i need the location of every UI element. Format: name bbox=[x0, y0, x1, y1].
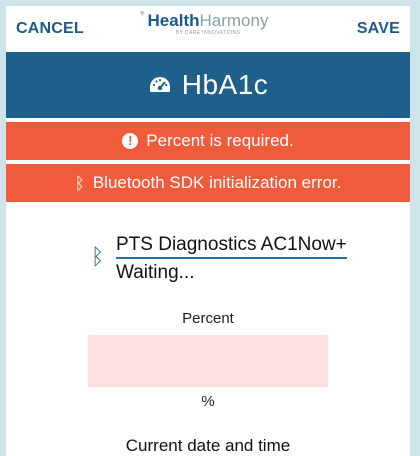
alert-bluetooth-error: ᛒ Bluetooth SDK initialization error. bbox=[6, 164, 410, 202]
brand-logo: ♥ HealthHarmony BY CARE INNOVATIONS bbox=[140, 9, 269, 36]
brand-secondary: Harmony bbox=[199, 11, 269, 30]
alert-text: Bluetooth SDK initialization error. bbox=[92, 173, 342, 192]
percent-input[interactable] bbox=[88, 335, 328, 387]
device-panel: ᛒ PTS Diagnostics AC1Now+ Waiting... bbox=[6, 230, 410, 290]
exclamation-icon: ! bbox=[122, 133, 139, 149]
save-button[interactable]: SAVE bbox=[357, 20, 400, 38]
cancel-button[interactable]: CANCEL bbox=[16, 20, 84, 38]
alert-percent-required: ! Percent is required. bbox=[6, 122, 410, 160]
top-bar: CANCEL ♥ HealthHarmony BY CARE INNOVATIO… bbox=[6, 6, 410, 52]
percent-label: Percent bbox=[182, 310, 234, 327]
percent-unit: % bbox=[201, 393, 215, 410]
bluetooth-icon: ᛒ bbox=[91, 244, 105, 269]
alert-text: Percent is required. bbox=[146, 131, 294, 150]
logo-mark-icon: ♥ bbox=[139, 8, 145, 18]
datetime-section-label: Current date and time bbox=[125, 436, 291, 455]
brand-tagline: BY CARE INNOVATIONS bbox=[175, 30, 241, 36]
device-status: Waiting... bbox=[116, 262, 195, 283]
page-title: HbA1c bbox=[181, 69, 269, 100]
brand-primary: Health bbox=[147, 11, 200, 30]
app-frame: CANCEL ♥ HealthHarmony BY CARE INNOVATIO… bbox=[6, 6, 410, 456]
bluetooth-icon: ᛒ bbox=[74, 173, 85, 193]
title-bar: HbA1c bbox=[6, 52, 410, 118]
gauge-icon bbox=[149, 77, 170, 92]
device-name-link[interactable]: PTS Diagnostics AC1Now+ bbox=[116, 234, 347, 259]
